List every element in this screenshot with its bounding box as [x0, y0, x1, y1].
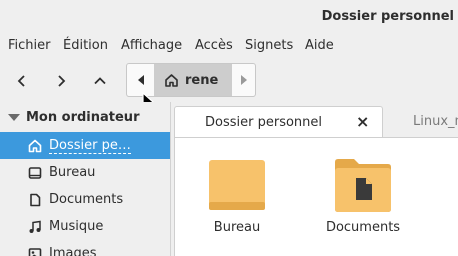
- menu-aide[interactable]: Aide: [305, 38, 334, 53]
- chevron-right-icon: [58, 75, 66, 87]
- folder-documents-icon: [335, 159, 391, 212]
- sidebar-item-label: Bureau: [49, 165, 96, 180]
- menu-fichier[interactable]: Fichier: [8, 38, 51, 53]
- sidebar-item-label: Images: [49, 246, 97, 256]
- path-scroll-right-button[interactable]: [232, 64, 256, 96]
- file-view[interactable]: Bureau Documents: [174, 137, 458, 256]
- triangle-right-icon: [241, 75, 247, 85]
- chevron-left-icon: [17, 75, 25, 87]
- sidebar-item-images[interactable]: Images: [0, 240, 170, 256]
- tab-linux[interactable]: Linux_m: [383, 106, 458, 137]
- sidebar-item-label: Musique: [49, 219, 104, 234]
- menu-affichage[interactable]: Affichage: [121, 38, 182, 53]
- sidebar-item-bureau[interactable]: Bureau: [0, 159, 170, 186]
- tab-label: Dossier personnel: [205, 115, 323, 130]
- content-pane: Dossier personnel × Linux_m Bureau Docum…: [170, 102, 458, 256]
- home-icon: [165, 73, 178, 87]
- sidebar-item-documents[interactable]: Documents: [0, 186, 170, 213]
- sidebar-item-label: Documents: [49, 192, 124, 207]
- sidebar-item-home[interactable]: Dossier pe…: [0, 132, 170, 159]
- sidebar: Mon ordinateur Dossier pe… Bureau Docume…: [0, 102, 170, 256]
- path-crumb-label: rene: [185, 72, 219, 88]
- tab-dossier-personnel[interactable]: Dossier personnel ×: [174, 106, 383, 138]
- sidebar-section-label: Mon ordinateur: [26, 109, 140, 125]
- menu-signets[interactable]: Signets: [245, 38, 293, 53]
- menu-bar: Fichier Édition Affichage Accès Signets …: [0, 34, 458, 58]
- home-icon: [28, 139, 42, 152]
- image-icon: [28, 247, 42, 256]
- window-title: Dossier personnel: [321, 9, 454, 24]
- desktop-icon: [28, 166, 42, 179]
- folder-icon: [209, 160, 265, 210]
- chevron-up-icon: [94, 77, 106, 85]
- sidebar-item-musique[interactable]: Musique: [0, 213, 170, 240]
- document-icon: [30, 193, 41, 206]
- tab-label: Linux_m: [413, 114, 458, 129]
- menu-acces[interactable]: Accès: [195, 38, 233, 53]
- menu-edition[interactable]: Édition: [63, 38, 108, 53]
- forward-button[interactable]: [47, 65, 75, 97]
- music-icon: [29, 220, 41, 233]
- close-icon[interactable]: ×: [356, 114, 369, 130]
- expand-triangle-icon: [8, 113, 20, 121]
- path-crumb-home[interactable]: rene: [154, 64, 232, 96]
- file-item-label: Documents: [325, 220, 401, 235]
- title-bar: Dossier personnel: [0, 0, 458, 34]
- file-item-bureau[interactable]: Bureau: [187, 150, 287, 250]
- file-item-documents[interactable]: Documents: [313, 150, 413, 250]
- triangle-left-icon: [137, 75, 144, 85]
- back-button[interactable]: [8, 65, 36, 97]
- file-item-label: Bureau: [213, 220, 261, 235]
- sidebar-item-label: Dossier pe…: [49, 137, 131, 154]
- up-button[interactable]: [86, 65, 114, 97]
- sidebar-section-header[interactable]: Mon ordinateur: [0, 106, 170, 128]
